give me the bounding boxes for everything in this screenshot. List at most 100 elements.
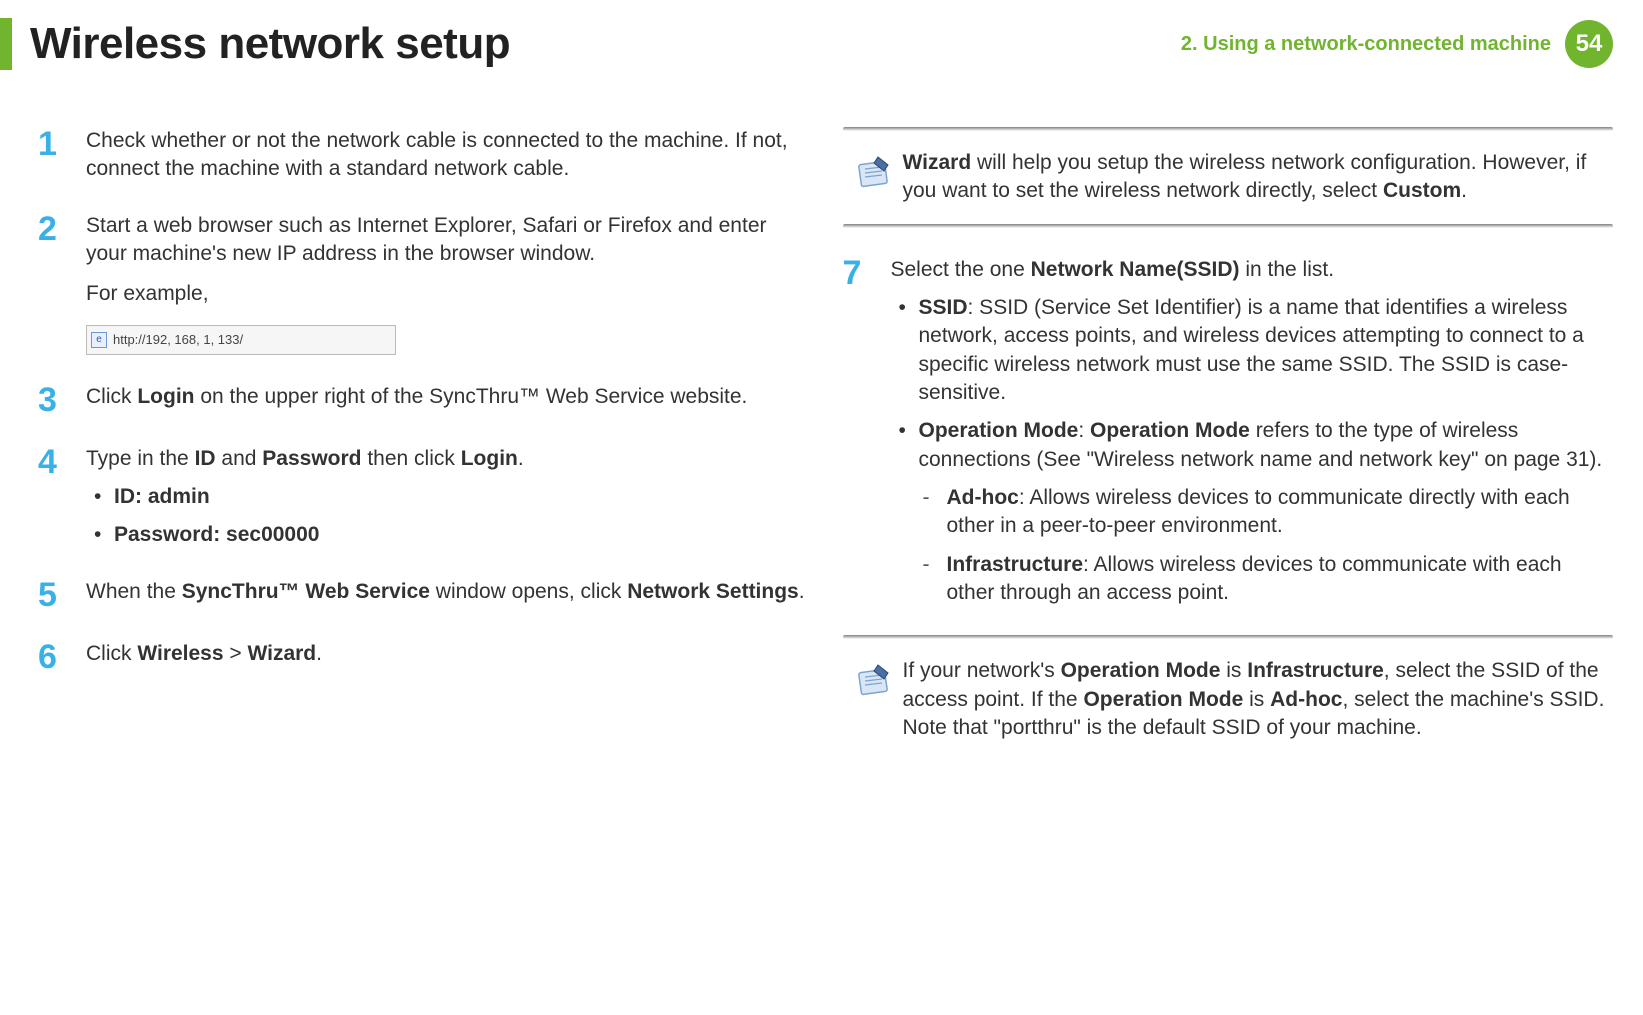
text: : Allows wireless devices to communicate… <box>947 486 1570 537</box>
step-text: Select the one Network Name(SSID) in the… <box>891 256 1614 608</box>
step-2: 2 Start a web browser such as Internet E… <box>38 212 809 355</box>
bold: SSID <box>919 296 968 319</box>
bullet-icon: • <box>86 483 114 511</box>
step-text: When the SyncThru™ Web Service window op… <box>86 578 809 612</box>
accent-bar <box>0 18 12 70</box>
step-1: 1 Check whether or not the network cable… <box>38 127 809 184</box>
bold: SyncThru™ Web Service <box>182 580 430 603</box>
bold: Infrastructure <box>1247 659 1384 682</box>
step-text: Click Wireless > Wizard. <box>86 640 809 674</box>
page-number-badge: 54 <box>1565 20 1613 68</box>
bullet-icon: • <box>891 417 919 607</box>
bold: Operation Mode <box>919 419 1079 442</box>
text: Click <box>86 385 137 408</box>
bullet-icon: • <box>86 521 114 549</box>
bold: Custom <box>1383 179 1461 202</box>
page-header: Wireless network setup 2. Using a networ… <box>0 0 1643 95</box>
bold: Login <box>461 447 518 470</box>
left-column: 1 Check whether or not the network cable… <box>38 127 809 775</box>
note-text: If your network's Operation Mode is Infr… <box>903 657 1606 742</box>
note-content: If your network's Operation Mode is Infr… <box>843 653 1614 746</box>
sub-text: For example, <box>86 280 809 308</box>
text: Select the one <box>891 258 1031 281</box>
bold: ID <box>195 447 216 470</box>
bold: Operation Mode <box>1090 419 1250 442</box>
ssid-info-list: • SSID: SSID (Service Set Identifier) is… <box>891 294 1614 607</box>
note-icon <box>847 149 903 206</box>
bold: Login <box>137 385 194 408</box>
step-text: Start a web browser such as Internet Exp… <box>86 212 809 355</box>
step-7: 7 Select the one Network Name(SSID) in t… <box>843 256 1614 608</box>
step-text: Check whether or not the network cable i… <box>86 127 809 184</box>
bold: Wireless <box>137 642 223 665</box>
step-number: 4 <box>38 445 86 550</box>
browser-page-icon: e <box>91 332 107 348</box>
bold: Operation Mode <box>1083 688 1243 711</box>
list-item: • ID: admin <box>86 483 809 511</box>
text: in the list. <box>1240 258 1335 281</box>
dash-icon: - <box>919 551 947 608</box>
right-column: Wizard will help you setup the wireless … <box>843 127 1614 775</box>
bold: Password <box>262 447 361 470</box>
note-text: Wizard will help you setup the wireless … <box>903 149 1606 206</box>
text: Click <box>86 642 137 665</box>
text: : <box>1078 419 1090 442</box>
list-text: Operation Mode: Operation Mode refers to… <box>919 417 1614 607</box>
step-4: 4 Type in the ID and Password then click… <box>38 445 809 550</box>
text: : SSID (Service Set Identifier) is a nam… <box>919 296 1584 404</box>
note-content: Wizard will help you setup the wireless … <box>843 145 1614 210</box>
list-text: ID: admin <box>114 483 809 511</box>
note-icon <box>847 657 903 742</box>
text: then click <box>362 447 461 470</box>
step-number: 7 <box>843 256 891 608</box>
text: . <box>518 447 524 470</box>
header-left: Wireless network setup <box>0 18 510 70</box>
dash-icon: - <box>919 484 947 541</box>
step-number: 3 <box>38 383 86 417</box>
bold: Network Settings <box>627 580 799 603</box>
step-6: 6 Click Wireless > Wizard. <box>38 640 809 674</box>
text: . <box>316 642 322 665</box>
text: Type in the <box>86 447 195 470</box>
bold: Ad-hoc <box>1270 688 1342 711</box>
url-example-box: e http://192, 168, 1, 133/ <box>86 325 396 355</box>
bold: Ad-hoc <box>947 486 1019 509</box>
text: When the <box>86 580 182 603</box>
text: . <box>799 580 805 603</box>
list-text: SSID: SSID (Service Set Identifier) is a… <box>919 294 1614 407</box>
bullet-icon: • <box>891 294 919 407</box>
text: . <box>1461 179 1467 202</box>
bold: Operation Mode <box>1061 659 1221 682</box>
page-title: Wireless network setup <box>30 19 510 69</box>
text: Start a web browser such as Internet Exp… <box>86 214 767 265</box>
list-item: - Infrastructure: Allows wireless device… <box>919 551 1614 608</box>
note-wizard: Wizard will help you setup the wireless … <box>843 127 1614 228</box>
text: will help you setup the wireless network… <box>903 151 1587 202</box>
step-number: 2 <box>38 212 86 355</box>
text: on the upper right of the SyncThru™ Web … <box>195 385 748 408</box>
text: and <box>216 447 263 470</box>
header-right: 2. Using a network-connected machine 54 <box>1181 20 1613 68</box>
chapter-label: 2. Using a network-connected machine <box>1181 33 1551 56</box>
content-area: 1 Check whether or not the network cable… <box>0 95 1643 775</box>
note-opmode: If your network's Operation Mode is Infr… <box>843 635 1614 746</box>
text: is <box>1243 688 1270 711</box>
text: window opens, click <box>430 580 627 603</box>
step-number: 5 <box>38 578 86 612</box>
credentials-list: • ID: admin • Password: sec00000 <box>86 483 809 550</box>
step-text: Click Login on the upper right of the Sy… <box>86 383 809 417</box>
text: If your network's <box>903 659 1061 682</box>
list-item: - Ad-hoc: Allows wireless devices to com… <box>919 484 1614 541</box>
text: is <box>1220 659 1247 682</box>
step-text: Type in the ID and Password then click L… <box>86 445 809 550</box>
step-5: 5 When the SyncThru™ Web Service window … <box>38 578 809 612</box>
opmode-sublist: - Ad-hoc: Allows wireless devices to com… <box>919 484 1614 607</box>
url-text: http://192, 168, 1, 133/ <box>113 331 243 349</box>
list-item: • Password: sec00000 <box>86 521 809 549</box>
bold: Wizard <box>247 642 316 665</box>
list-text: Password: sec00000 <box>114 521 809 549</box>
list-text: Infrastructure: Allows wireless devices … <box>947 551 1614 608</box>
divider <box>843 127 1614 131</box>
list-item: • Operation Mode: Operation Mode refers … <box>891 417 1614 607</box>
divider <box>843 635 1614 639</box>
